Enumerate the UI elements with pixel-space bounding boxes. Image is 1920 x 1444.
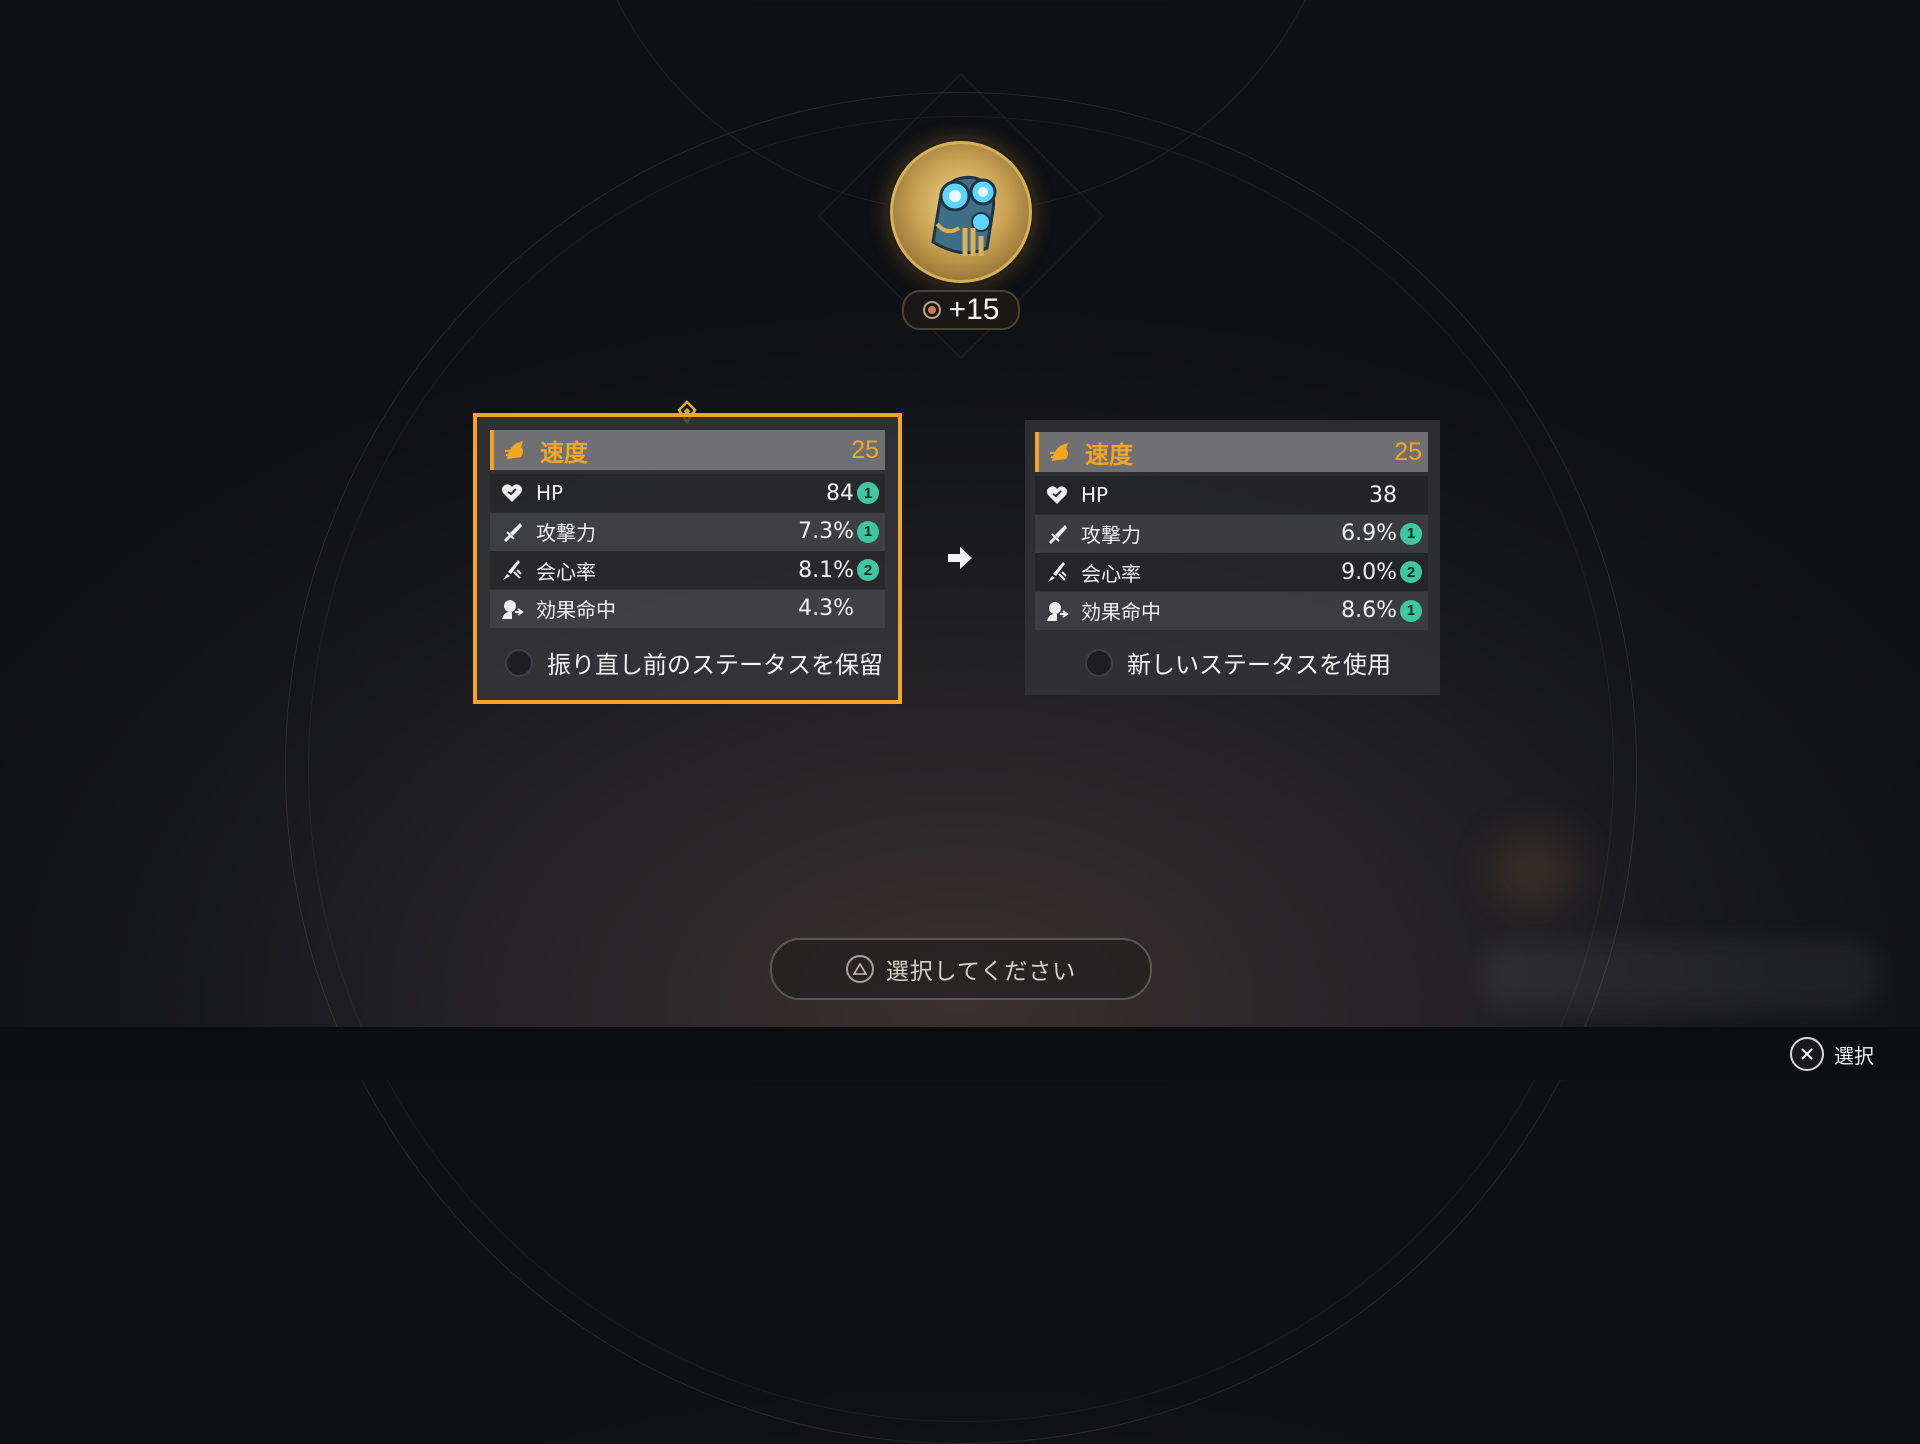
effect-hit-icon	[1043, 597, 1071, 625]
arrow-right-icon	[948, 547, 972, 569]
substat-row: 効果命中 8.6% 1	[1035, 591, 1428, 630]
roll-count-badge: 2	[857, 559, 879, 582]
substat-name: 攻撃力	[1081, 523, 1141, 548]
keep-old-stats-option[interactable]: 振り直し前のステータスを保留	[505, 645, 883, 680]
relic-level-badge: +15	[902, 290, 1020, 330]
keep-old-radio[interactable]	[505, 648, 533, 677]
substat-row: HP 84 1	[490, 474, 885, 512]
footer-bar	[0, 1027, 1920, 1080]
relic-level: +15	[948, 293, 1000, 326]
use-new-label: 新しいステータスを使用	[1127, 651, 1391, 679]
substat-name: 攻撃力	[536, 521, 596, 546]
relic-gauntlet-icon	[890, 141, 1032, 283]
roll-count-badge: 1	[857, 482, 879, 504]
prompt-text: 選択してください	[885, 959, 1077, 985]
roll-count-badge: 1	[1400, 522, 1422, 545]
main-stat-row: 速度 25	[1035, 432, 1428, 472]
substat-name: 会心率	[536, 559, 596, 584]
main-stat-value: 25	[851, 435, 879, 464]
substat-value: 4.3%	[798, 596, 854, 622]
substat-row: 効果命中 4.3%	[490, 589, 885, 628]
triangle-button-icon	[845, 955, 874, 983]
selection-prompt: 選択してください	[770, 938, 1152, 1000]
substat-name: HP	[1081, 483, 1109, 507]
substat-name: HP	[536, 481, 564, 505]
substat-name: 効果命中	[536, 598, 616, 623]
roll-count-badge: 2	[1400, 561, 1422, 584]
use-new-stats-option[interactable]: 新しいステータスを使用	[1085, 645, 1391, 680]
crit-rate-icon	[498, 556, 526, 584]
substat-value: 9.0%	[1341, 559, 1397, 585]
keep-old-label: 振り直し前のステータスを保留	[547, 651, 883, 679]
main-stat-name: 速度	[1085, 440, 1133, 469]
confirm-label: 選択	[1834, 1043, 1874, 1068]
effect-hit-icon	[498, 595, 526, 623]
hp-heart-icon	[1043, 481, 1071, 509]
speed-icon	[1047, 438, 1075, 466]
main-stat-name: 速度	[540, 438, 588, 467]
substat-value: 84	[826, 480, 854, 506]
substat-row: 攻撃力 7.3% 1	[490, 512, 885, 551]
crit-rate-icon	[1043, 558, 1071, 586]
roll-count-badge: 1	[857, 520, 879, 543]
substat-name: 会心率	[1081, 561, 1141, 586]
substat-value: 38	[1369, 482, 1397, 508]
speed-icon	[502, 436, 530, 464]
substat-row: 攻撃力 6.9% 1	[1035, 514, 1428, 553]
background-glow	[1490, 830, 1580, 910]
substat-row: HP 38	[1035, 476, 1428, 514]
substat-row: 会心率 9.0% 2	[1035, 553, 1428, 592]
substat-value: 8.1%	[798, 557, 854, 583]
substat-value: 8.6%	[1341, 598, 1397, 624]
use-new-radio[interactable]	[1085, 648, 1113, 677]
main-stat-value: 25	[1394, 437, 1422, 466]
attack-sword-icon	[1043, 520, 1071, 548]
use-new-stats-card[interactable]: 速度 25 HP 38 攻撃力 6.9% 1 会心率 9.0% 2 効果命中 8…	[1025, 420, 1440, 695]
confirm-button[interactable]: 選択	[1790, 1037, 1874, 1071]
attack-sword-icon	[498, 518, 526, 546]
substat-name: 効果命中	[1081, 600, 1161, 625]
upgrade-dot-icon	[922, 301, 941, 319]
substat-row: 会心率 8.1% 2	[490, 551, 885, 590]
roll-count-badge: 1	[1400, 599, 1422, 622]
roll-count-badge	[1400, 484, 1422, 506]
hp-heart-icon	[498, 479, 526, 507]
keep-old-stats-card[interactable]: 速度 25 HP 84 1 攻撃力 7.3% 1 会心率 8.1% 2 効果命中…	[473, 413, 902, 704]
cross-button-icon	[1790, 1037, 1824, 1071]
roll-count-badge	[857, 598, 879, 620]
main-stat-row: 速度 25	[490, 430, 885, 470]
background-blur	[1480, 940, 1880, 1010]
substat-value: 7.3%	[798, 519, 854, 545]
substat-value: 6.9%	[1341, 521, 1397, 547]
